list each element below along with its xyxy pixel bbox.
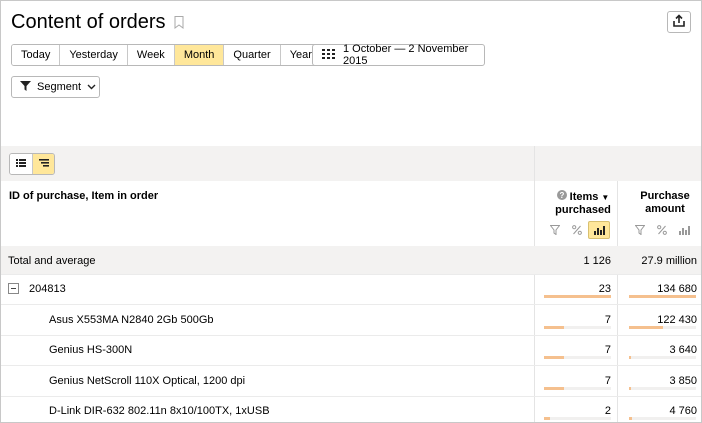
title-row: Content of orders bbox=[11, 9, 184, 35]
dimension-header[interactable]: ID of purchase, Item in order bbox=[9, 190, 158, 202]
row-divider bbox=[1, 365, 701, 366]
row-items: 7 bbox=[604, 314, 611, 326]
items-bar bbox=[544, 387, 611, 390]
metric-label-line2: amount bbox=[645, 203, 685, 215]
segment-button[interactable]: Segment bbox=[11, 76, 100, 98]
row-label[interactable]: D-Link DIR-632 802.11n 8x10/100TX, 1xUSB bbox=[49, 405, 270, 417]
metric-header-purchase-amount[interactable]: Purchase amount bbox=[631, 190, 699, 216]
svg-text:?: ? bbox=[559, 191, 564, 200]
page-title: Content of orders bbox=[11, 10, 166, 33]
metric-tools-amount bbox=[629, 221, 695, 239]
amount-bar bbox=[629, 295, 696, 298]
date-range-label: 1 October — 2 November 2015 bbox=[343, 43, 469, 67]
list-view-button[interactable] bbox=[10, 154, 32, 174]
metric-label-line1: Purchase bbox=[640, 190, 690, 202]
column-divider bbox=[617, 181, 618, 422]
report-window: Content of orders Today Yesterday Week M… bbox=[0, 0, 702, 423]
items-bar-fill bbox=[544, 356, 565, 359]
row-items: 7 bbox=[604, 375, 611, 387]
items-bar bbox=[544, 356, 611, 359]
list-view-icon bbox=[16, 158, 26, 170]
row-divider bbox=[1, 274, 701, 275]
calendar-icon bbox=[322, 48, 335, 62]
row-items: 7 bbox=[604, 344, 611, 356]
help-icon[interactable]: ? bbox=[556, 190, 567, 204]
row-items: 23 bbox=[598, 283, 611, 295]
view-toggle bbox=[9, 153, 55, 175]
amount-bar bbox=[629, 387, 696, 390]
segment-label: Segment bbox=[37, 81, 82, 93]
row-label[interactable]: 204813 bbox=[29, 283, 66, 295]
percent-icon[interactable] bbox=[566, 221, 588, 239]
export-button[interactable] bbox=[667, 11, 691, 33]
period-today[interactable]: Today bbox=[12, 45, 61, 65]
bar-chart-icon[interactable] bbox=[673, 221, 695, 239]
metric-label-line2: purchased bbox=[555, 204, 611, 216]
amount-bar-fill bbox=[629, 356, 631, 359]
row-items: 2 bbox=[604, 405, 611, 417]
row-amount: 134 680 bbox=[657, 283, 697, 295]
table-toolbar bbox=[1, 146, 701, 181]
metric-header-items-purchased[interactable]: ? Items ▼ purchased bbox=[547, 190, 619, 217]
period-month[interactable]: Month bbox=[174, 45, 225, 65]
items-bar bbox=[544, 417, 611, 420]
row-amount: 4 760 bbox=[669, 405, 697, 417]
period-week[interactable]: Week bbox=[127, 45, 175, 65]
bar-chart-icon[interactable] bbox=[588, 221, 610, 239]
chevron-down-icon bbox=[87, 81, 96, 93]
period-quarter[interactable]: Quarter bbox=[224, 45, 281, 65]
tree-view-icon bbox=[38, 158, 49, 170]
amount-bar bbox=[629, 417, 696, 420]
amount-bar-fill bbox=[629, 417, 632, 420]
filter-icon bbox=[20, 80, 31, 94]
metric-tools-items bbox=[544, 221, 610, 239]
total-label: Total and average bbox=[8, 255, 96, 267]
total-amount: 27.9 million bbox=[641, 255, 697, 267]
date-range-button[interactable]: 1 October — 2 November 2015 bbox=[312, 43, 485, 67]
collapse-toggle[interactable] bbox=[8, 283, 19, 294]
items-bar-fill bbox=[544, 387, 565, 390]
period-yesterday[interactable]: Yesterday bbox=[60, 45, 128, 65]
sort-desc-icon: ▼ bbox=[601, 192, 610, 202]
bookmark-icon[interactable] bbox=[174, 15, 184, 29]
metric-label-line1: Items bbox=[569, 190, 599, 203]
row-label[interactable]: Asus X553MA N2840 2Gb 500Gb bbox=[49, 314, 214, 326]
items-bar-fill bbox=[544, 295, 611, 298]
amount-bar-fill bbox=[629, 387, 631, 390]
items-bar-fill bbox=[544, 417, 551, 420]
items-bar bbox=[544, 326, 611, 329]
percent-icon[interactable] bbox=[651, 221, 673, 239]
row-amount: 122 430 bbox=[657, 314, 697, 326]
column-divider bbox=[534, 146, 535, 422]
filter-icon[interactable] bbox=[629, 221, 651, 239]
filter-icon[interactable] bbox=[544, 221, 566, 239]
amount-bar-fill bbox=[629, 295, 696, 298]
tree-view-button[interactable] bbox=[32, 154, 54, 174]
items-bar-fill bbox=[544, 326, 565, 329]
amount-bar-fill bbox=[629, 326, 663, 329]
row-label[interactable]: Genius NetScroll 110X Optical, 1200 dpi bbox=[49, 375, 245, 387]
items-bar bbox=[544, 295, 611, 298]
row-label[interactable]: Genius HS-300N bbox=[49, 344, 132, 356]
row-divider bbox=[1, 335, 701, 336]
amount-bar bbox=[629, 326, 696, 329]
row-divider bbox=[1, 396, 701, 397]
total-items: 1 126 bbox=[583, 255, 611, 267]
period-selector: Today Yesterday Week Month Quarter Year bbox=[11, 44, 322, 66]
export-icon bbox=[672, 13, 686, 31]
row-amount: 3 850 bbox=[669, 375, 697, 387]
row-amount: 3 640 bbox=[669, 344, 697, 356]
amount-bar bbox=[629, 356, 696, 359]
row-divider bbox=[1, 304, 701, 305]
